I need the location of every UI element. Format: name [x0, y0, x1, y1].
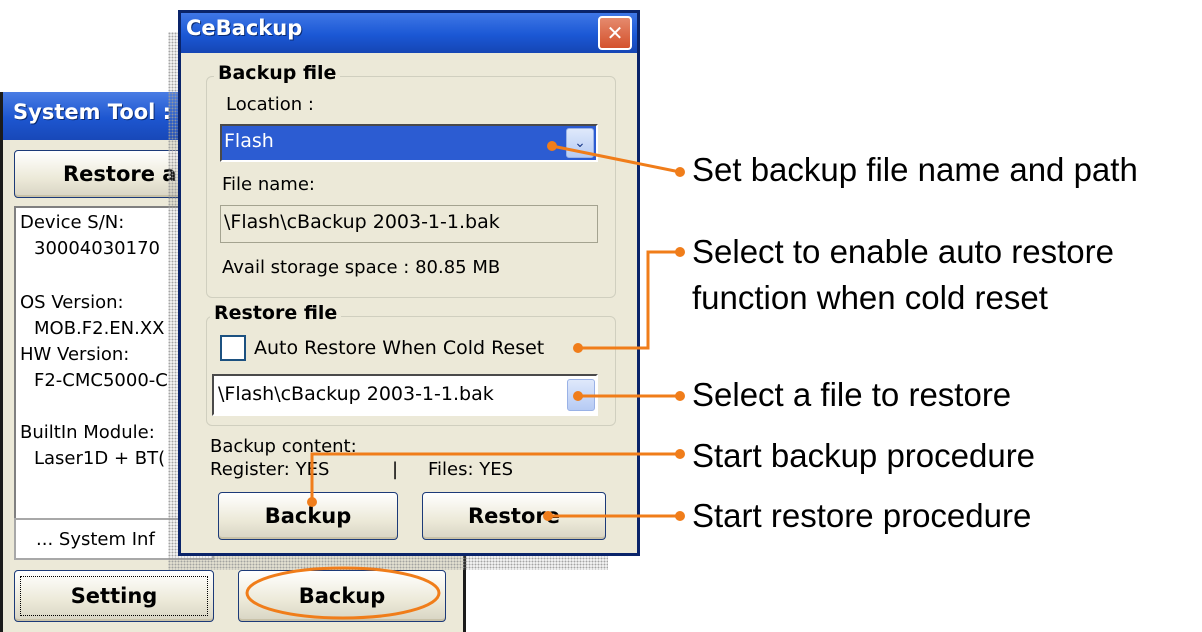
hw-version-label: HW Version: [20, 344, 130, 365]
os-version-value: MOB.F2.EN.XX [34, 318, 165, 339]
file-name-field[interactable]: \Flash\cBackup 2003-1-1.bak [220, 205, 598, 243]
connector-dot [675, 511, 685, 521]
avail-storage-text: Avail storage space : 80.85 MB [222, 257, 501, 278]
chevron-down-icon: ⌄ [574, 135, 586, 151]
connector-dot [675, 449, 685, 459]
location-label: Location : [226, 94, 314, 115]
connector-dot [675, 167, 685, 177]
backup-tab-button[interactable]: Backup [238, 570, 446, 622]
dialog-title: CeBackup [186, 16, 303, 40]
setting-button[interactable]: Setting [14, 570, 214, 622]
callout-select-restore: Select a file to restore [692, 376, 1012, 413]
focus-rectangle [20, 576, 208, 616]
backup-content-label: Backup content: [210, 436, 357, 457]
backup-button[interactable]: Backup [218, 492, 398, 540]
auto-restore-checkbox[interactable] [220, 335, 246, 361]
location-value: Flash [224, 130, 274, 152]
close-icon: ✕ [606, 21, 624, 45]
callout-set-backup-path: Set backup file name and path [692, 151, 1138, 188]
builtin-module-label: BuiltIn Module: [20, 422, 155, 443]
connector-dot [675, 391, 685, 401]
files-status: Files: YES [428, 459, 514, 480]
location-select[interactable] [220, 124, 598, 162]
location-dropdown-button[interactable]: ⌄ [566, 128, 594, 158]
connector-dot [675, 247, 685, 257]
callout-auto-restore-line1: Select to enable auto restore [692, 233, 1114, 270]
restore-file-group-title: Restore file [210, 302, 342, 324]
callout-auto-restore-line2: function when cold reset [692, 279, 1048, 316]
backup-file-group-title: Backup file [214, 62, 341, 84]
os-version-label: OS Version: [20, 292, 124, 313]
register-status: Register: YES [210, 459, 330, 480]
file-name-label: File name: [222, 174, 315, 195]
restore-button[interactable]: Restore [422, 492, 606, 540]
callout-start-backup: Start backup procedure [692, 437, 1036, 474]
device-sn-value: 30004030170 [34, 238, 160, 259]
auto-restore-label[interactable]: Auto Restore When Cold Reset [254, 337, 544, 359]
callout-start-restore: Start restore procedure [692, 497, 1032, 534]
chevron-down-icon: ⌄ [575, 387, 587, 403]
hw-version-value: F2-CMC5000-C [34, 370, 168, 391]
device-sn-label: Device S/N: [20, 212, 125, 233]
close-button[interactable]: ✕ [598, 16, 632, 50]
content-separator: | [392, 459, 399, 480]
restore-dropdown-button[interactable]: ⌄ [567, 379, 595, 411]
restore-file-value: \Flash\cBackup 2003-1-1.bak [218, 383, 494, 405]
system-tool-title: System Tool : [13, 100, 172, 124]
builtin-module-value: Laser1D + BT( [34, 448, 166, 469]
